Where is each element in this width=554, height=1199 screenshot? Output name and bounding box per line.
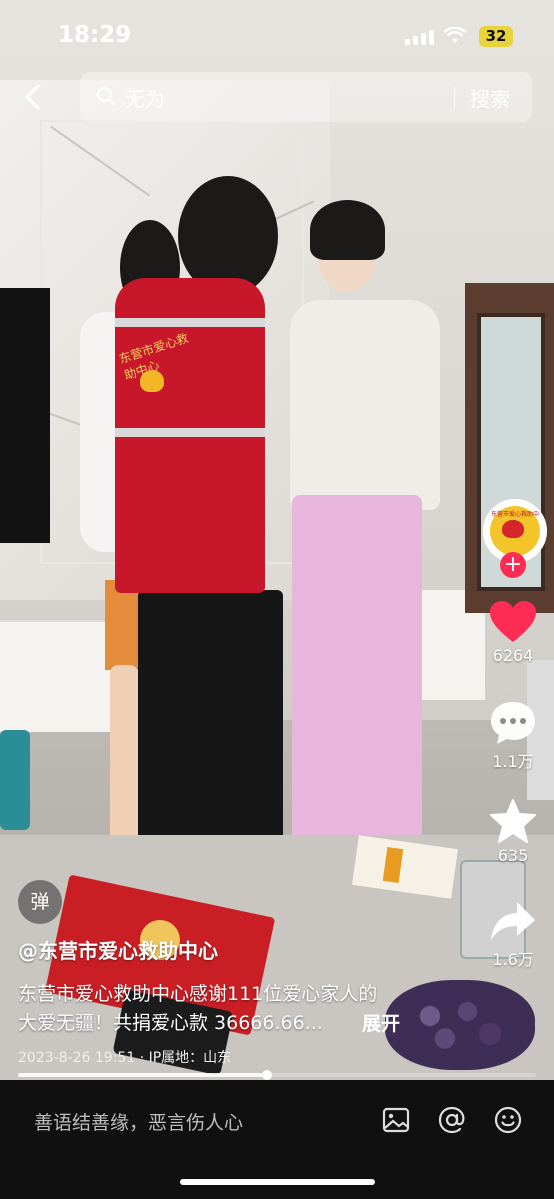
search-icon [96,86,116,106]
favorite-button[interactable]: 635 [480,798,546,865]
search-input[interactable]: 无为 [125,83,165,112]
avatar-text: 东营市爱心救助中心 [491,511,540,527]
share-count: 1.6万 [492,950,534,969]
white-top [290,300,440,510]
share-button[interactable]: 1.6万 [480,900,546,970]
volunteer-vest [115,278,265,593]
star-icon [490,799,536,843]
heart-logo-icon [140,370,164,392]
legs [110,665,138,855]
pants [138,590,283,875]
back-icon[interactable] [22,84,44,110]
search-divider [454,86,455,108]
danmu-button[interactable]: 弹 [18,880,62,924]
battery-indicator: 32 [479,26,513,47]
comment-icon [491,702,535,744]
comment-count: 1.1万 [492,752,534,771]
description-line: 东营市爱心救助中心感谢111位爱心家人的 [18,983,378,1005]
like-button[interactable]: 6264 [480,600,546,665]
progress-fill [18,1073,267,1077]
emoji-icon[interactable] [493,1105,523,1135]
television [0,288,50,543]
post-meta: 2023-8-26 19:51 · IP属地：山东 [18,1050,232,1066]
heart-icon [490,601,536,642]
progress-handle[interactable] [261,1070,272,1080]
hair [310,200,385,260]
search-bar[interactable]: 无为 搜索 [80,72,532,122]
author-name[interactable]: @东营市爱心救助中心 [18,935,218,964]
mention-icon[interactable] [437,1105,467,1135]
status-bar: 18:29 32 [0,0,554,70]
search-button[interactable]: 搜索 [470,83,510,112]
vest-stripe [115,318,265,327]
like-count: 6264 [492,646,534,665]
expand-button[interactable]: 展开 [362,1009,400,1036]
video-progress-bar[interactable] [18,1070,536,1080]
video-player[interactable]: 东营市爱心救助中心 [0,0,554,1080]
favorite-count: 635 [497,846,529,865]
comment-input[interactable]: 善语结善缘，恶言伤人心 [34,1108,243,1135]
image-icon[interactable] [381,1105,411,1135]
screen: 东营市爱心救助中心 18:29 32 无为 搜索 东营市爱心救助中心 + 626… [0,0,554,1199]
share-icon [491,902,535,940]
comment-button[interactable]: 1.1万 [480,700,546,772]
status-time: 18:29 [58,22,132,48]
vest-stripe [115,428,265,437]
chair [0,730,30,830]
home-indicator[interactable] [180,1179,375,1185]
follow-button[interactable]: + [500,552,526,578]
wifi-icon [443,26,467,45]
signal-icon [405,29,435,45]
pink-pants [292,495,422,840]
